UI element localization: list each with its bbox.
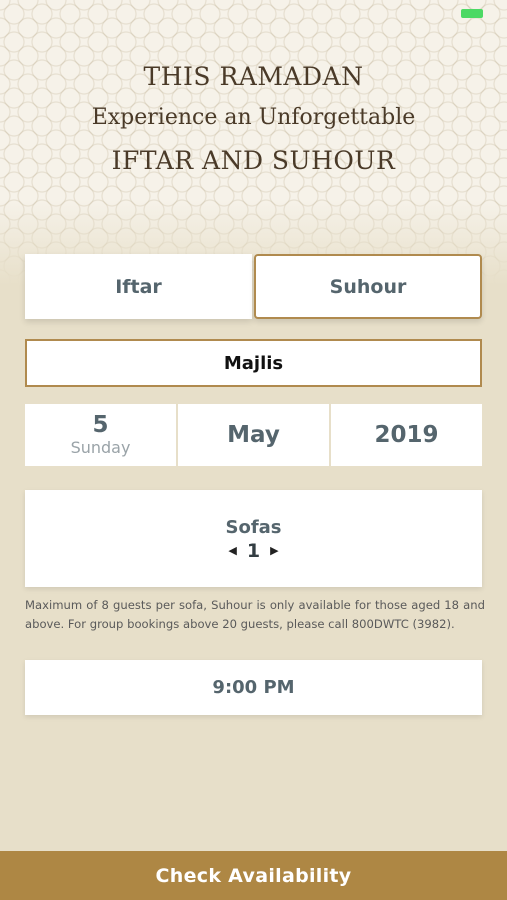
tab-suhour-label: Suhour (329, 275, 407, 298)
check-availability-button[interactable]: Check Availability (0, 851, 507, 900)
booking-note: Maximum of 8 guests per sofa, Suhour is … (25, 598, 485, 631)
battery-icon (461, 9, 483, 18)
caret-right-icon[interactable]: ▶ (270, 544, 278, 557)
day-number: 5 (92, 412, 109, 438)
sofas-card: Sofas ◀ 1 ▶ (25, 490, 482, 587)
caret-left-icon[interactable]: ◀ (228, 544, 236, 557)
sofas-label: Sofas (225, 516, 282, 538)
promo-title-line3: IFTAR AND SUHOUR (111, 146, 396, 175)
year-picker[interactable]: 2019 (331, 404, 482, 466)
venue-label: Majlis (223, 352, 284, 374)
promo-title-line1: THIS RAMADAN (143, 62, 364, 91)
sofas-count: 1 (246, 539, 261, 562)
month-value: May (227, 422, 280, 448)
tab-iftar[interactable]: Iftar (25, 254, 252, 319)
time-selector[interactable]: 9:00 PM (25, 660, 482, 715)
month-picker[interactable]: May (178, 404, 329, 466)
sofas-stepper: ◀ 1 ▶ (228, 540, 278, 562)
time-value: 9:00 PM (212, 677, 295, 698)
tab-iftar-label: Iftar (115, 275, 162, 298)
tab-suhour[interactable]: Suhour (254, 254, 482, 319)
day-picker[interactable]: 5 Sunday (25, 404, 176, 466)
year-value: 2019 (374, 422, 439, 448)
check-availability-label: Check Availability (155, 864, 352, 887)
date-picker: 5 Sunday May 2019 (25, 404, 482, 466)
promo-title: THIS RAMADAN Experience an Unforgettable… (0, 58, 507, 182)
venue-selector[interactable]: Majlis (25, 339, 482, 387)
day-weekday: Sunday (70, 438, 131, 457)
promo-title-line2: Experience an Unforgettable (91, 105, 416, 130)
